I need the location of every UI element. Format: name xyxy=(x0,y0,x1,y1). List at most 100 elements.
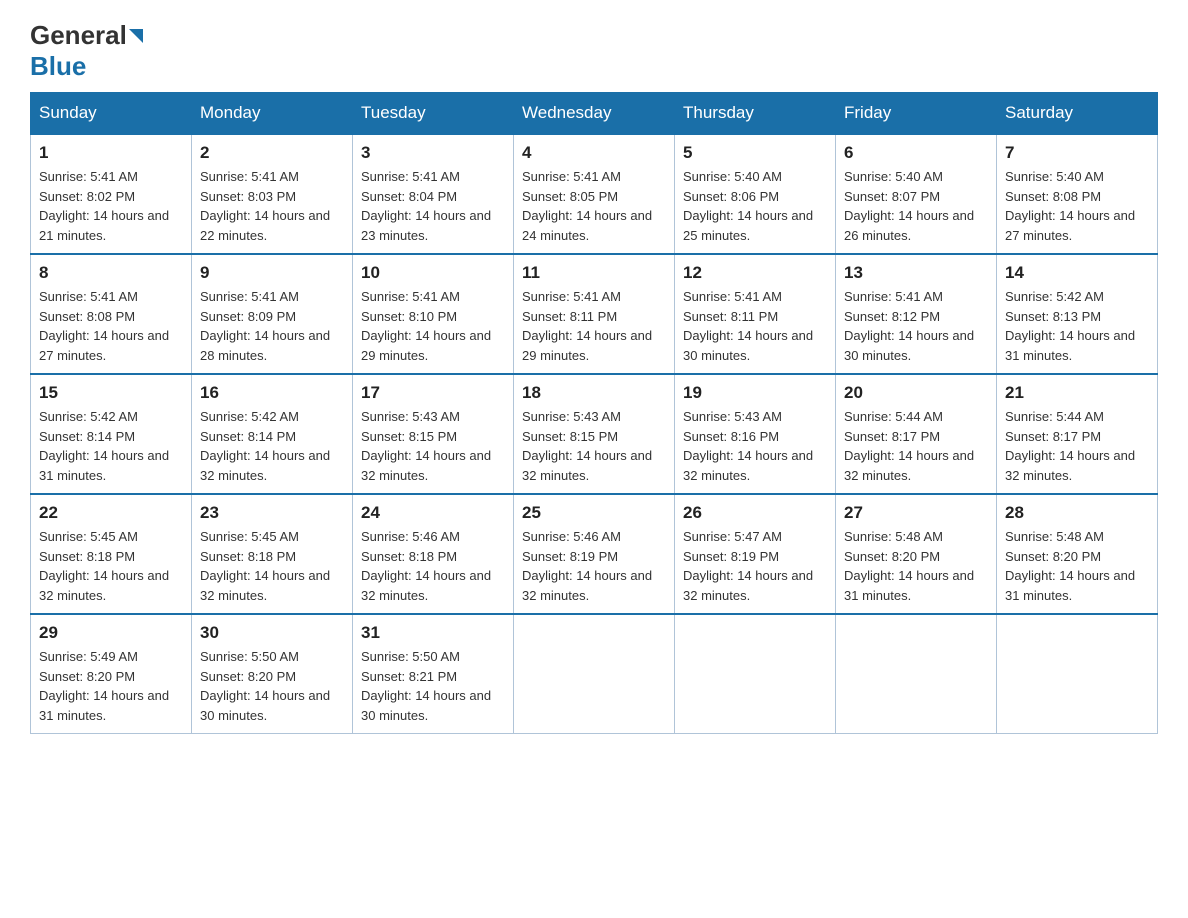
day-number: 23 xyxy=(200,503,344,523)
calendar-week-2: 8 Sunrise: 5:41 AM Sunset: 8:08 PM Dayli… xyxy=(31,254,1158,374)
day-info: Sunrise: 5:40 AM Sunset: 8:08 PM Dayligh… xyxy=(1005,167,1149,245)
calendar-cell: 27 Sunrise: 5:48 AM Sunset: 8:20 PM Dayl… xyxy=(836,494,997,614)
day-number: 25 xyxy=(522,503,666,523)
calendar-header-thursday: Thursday xyxy=(675,93,836,135)
day-info: Sunrise: 5:40 AM Sunset: 8:07 PM Dayligh… xyxy=(844,167,988,245)
calendar-cell: 5 Sunrise: 5:40 AM Sunset: 8:06 PM Dayli… xyxy=(675,134,836,254)
day-number: 21 xyxy=(1005,383,1149,403)
calendar-cell: 10 Sunrise: 5:41 AM Sunset: 8:10 PM Dayl… xyxy=(353,254,514,374)
day-info: Sunrise: 5:41 AM Sunset: 8:08 PM Dayligh… xyxy=(39,287,183,365)
calendar-cell: 14 Sunrise: 5:42 AM Sunset: 8:13 PM Dayl… xyxy=(997,254,1158,374)
calendar-cell: 25 Sunrise: 5:46 AM Sunset: 8:19 PM Dayl… xyxy=(514,494,675,614)
day-info: Sunrise: 5:41 AM Sunset: 8:11 PM Dayligh… xyxy=(683,287,827,365)
day-number: 31 xyxy=(361,623,505,643)
day-info: Sunrise: 5:45 AM Sunset: 8:18 PM Dayligh… xyxy=(200,527,344,605)
day-number: 13 xyxy=(844,263,988,283)
calendar-cell: 22 Sunrise: 5:45 AM Sunset: 8:18 PM Dayl… xyxy=(31,494,192,614)
day-number: 4 xyxy=(522,143,666,163)
day-info: Sunrise: 5:50 AM Sunset: 8:21 PM Dayligh… xyxy=(361,647,505,725)
calendar-cell: 28 Sunrise: 5:48 AM Sunset: 8:20 PM Dayl… xyxy=(997,494,1158,614)
day-info: Sunrise: 5:43 AM Sunset: 8:16 PM Dayligh… xyxy=(683,407,827,485)
day-info: Sunrise: 5:41 AM Sunset: 8:02 PM Dayligh… xyxy=(39,167,183,245)
day-number: 9 xyxy=(200,263,344,283)
day-number: 19 xyxy=(683,383,827,403)
calendar-header-monday: Monday xyxy=(192,93,353,135)
day-info: Sunrise: 5:44 AM Sunset: 8:17 PM Dayligh… xyxy=(1005,407,1149,485)
logo: General Blue xyxy=(30,20,143,82)
day-number: 6 xyxy=(844,143,988,163)
calendar-header-friday: Friday xyxy=(836,93,997,135)
logo-general-text: General xyxy=(30,20,127,51)
calendar-cell: 24 Sunrise: 5:46 AM Sunset: 8:18 PM Dayl… xyxy=(353,494,514,614)
day-number: 18 xyxy=(522,383,666,403)
calendar-header-tuesday: Tuesday xyxy=(353,93,514,135)
day-info: Sunrise: 5:43 AM Sunset: 8:15 PM Dayligh… xyxy=(361,407,505,485)
logo-blue-text: Blue xyxy=(30,51,86,82)
calendar-cell: 16 Sunrise: 5:42 AM Sunset: 8:14 PM Dayl… xyxy=(192,374,353,494)
calendar-header-sunday: Sunday xyxy=(31,93,192,135)
day-number: 14 xyxy=(1005,263,1149,283)
day-info: Sunrise: 5:42 AM Sunset: 8:13 PM Dayligh… xyxy=(1005,287,1149,365)
page-header: General Blue xyxy=(30,20,1158,82)
calendar-cell: 18 Sunrise: 5:43 AM Sunset: 8:15 PM Dayl… xyxy=(514,374,675,494)
day-number: 15 xyxy=(39,383,183,403)
calendar-cell xyxy=(514,614,675,734)
day-number: 29 xyxy=(39,623,183,643)
calendar-cell: 11 Sunrise: 5:41 AM Sunset: 8:11 PM Dayl… xyxy=(514,254,675,374)
calendar-cell: 20 Sunrise: 5:44 AM Sunset: 8:17 PM Dayl… xyxy=(836,374,997,494)
calendar-week-5: 29 Sunrise: 5:49 AM Sunset: 8:20 PM Dayl… xyxy=(31,614,1158,734)
day-number: 22 xyxy=(39,503,183,523)
day-info: Sunrise: 5:41 AM Sunset: 8:12 PM Dayligh… xyxy=(844,287,988,365)
day-info: Sunrise: 5:46 AM Sunset: 8:19 PM Dayligh… xyxy=(522,527,666,605)
calendar-cell: 26 Sunrise: 5:47 AM Sunset: 8:19 PM Dayl… xyxy=(675,494,836,614)
day-info: Sunrise: 5:48 AM Sunset: 8:20 PM Dayligh… xyxy=(844,527,988,605)
day-info: Sunrise: 5:50 AM Sunset: 8:20 PM Dayligh… xyxy=(200,647,344,725)
calendar-week-1: 1 Sunrise: 5:41 AM Sunset: 8:02 PM Dayli… xyxy=(31,134,1158,254)
calendar-week-3: 15 Sunrise: 5:42 AM Sunset: 8:14 PM Dayl… xyxy=(31,374,1158,494)
day-number: 26 xyxy=(683,503,827,523)
day-info: Sunrise: 5:48 AM Sunset: 8:20 PM Dayligh… xyxy=(1005,527,1149,605)
day-number: 3 xyxy=(361,143,505,163)
day-number: 30 xyxy=(200,623,344,643)
calendar-week-4: 22 Sunrise: 5:45 AM Sunset: 8:18 PM Dayl… xyxy=(31,494,1158,614)
calendar-cell: 9 Sunrise: 5:41 AM Sunset: 8:09 PM Dayli… xyxy=(192,254,353,374)
calendar-header-row: SundayMondayTuesdayWednesdayThursdayFrid… xyxy=(31,93,1158,135)
calendar-cell: 8 Sunrise: 5:41 AM Sunset: 8:08 PM Dayli… xyxy=(31,254,192,374)
day-info: Sunrise: 5:46 AM Sunset: 8:18 PM Dayligh… xyxy=(361,527,505,605)
calendar-cell: 29 Sunrise: 5:49 AM Sunset: 8:20 PM Dayl… xyxy=(31,614,192,734)
day-number: 27 xyxy=(844,503,988,523)
day-info: Sunrise: 5:45 AM Sunset: 8:18 PM Dayligh… xyxy=(39,527,183,605)
calendar-cell: 12 Sunrise: 5:41 AM Sunset: 8:11 PM Dayl… xyxy=(675,254,836,374)
day-number: 5 xyxy=(683,143,827,163)
day-info: Sunrise: 5:42 AM Sunset: 8:14 PM Dayligh… xyxy=(200,407,344,485)
calendar-cell: 15 Sunrise: 5:42 AM Sunset: 8:14 PM Dayl… xyxy=(31,374,192,494)
calendar-cell: 4 Sunrise: 5:41 AM Sunset: 8:05 PM Dayli… xyxy=(514,134,675,254)
logo-arrow-icon xyxy=(129,29,143,43)
day-number: 2 xyxy=(200,143,344,163)
calendar-header-wednesday: Wednesday xyxy=(514,93,675,135)
calendar-cell: 19 Sunrise: 5:43 AM Sunset: 8:16 PM Dayl… xyxy=(675,374,836,494)
day-info: Sunrise: 5:49 AM Sunset: 8:20 PM Dayligh… xyxy=(39,647,183,725)
day-info: Sunrise: 5:41 AM Sunset: 8:04 PM Dayligh… xyxy=(361,167,505,245)
day-info: Sunrise: 5:42 AM Sunset: 8:14 PM Dayligh… xyxy=(39,407,183,485)
calendar-cell: 2 Sunrise: 5:41 AM Sunset: 8:03 PM Dayli… xyxy=(192,134,353,254)
day-number: 7 xyxy=(1005,143,1149,163)
day-info: Sunrise: 5:43 AM Sunset: 8:15 PM Dayligh… xyxy=(522,407,666,485)
day-info: Sunrise: 5:47 AM Sunset: 8:19 PM Dayligh… xyxy=(683,527,827,605)
calendar-cell: 21 Sunrise: 5:44 AM Sunset: 8:17 PM Dayl… xyxy=(997,374,1158,494)
day-info: Sunrise: 5:44 AM Sunset: 8:17 PM Dayligh… xyxy=(844,407,988,485)
day-number: 24 xyxy=(361,503,505,523)
calendar-cell: 6 Sunrise: 5:40 AM Sunset: 8:07 PM Dayli… xyxy=(836,134,997,254)
day-info: Sunrise: 5:40 AM Sunset: 8:06 PM Dayligh… xyxy=(683,167,827,245)
calendar-table: SundayMondayTuesdayWednesdayThursdayFrid… xyxy=(30,92,1158,734)
calendar-cell: 23 Sunrise: 5:45 AM Sunset: 8:18 PM Dayl… xyxy=(192,494,353,614)
calendar-cell xyxy=(675,614,836,734)
day-info: Sunrise: 5:41 AM Sunset: 8:09 PM Dayligh… xyxy=(200,287,344,365)
day-number: 12 xyxy=(683,263,827,283)
calendar-cell: 30 Sunrise: 5:50 AM Sunset: 8:20 PM Dayl… xyxy=(192,614,353,734)
day-info: Sunrise: 5:41 AM Sunset: 8:11 PM Dayligh… xyxy=(522,287,666,365)
calendar-cell xyxy=(997,614,1158,734)
day-number: 16 xyxy=(200,383,344,403)
calendar-cell: 31 Sunrise: 5:50 AM Sunset: 8:21 PM Dayl… xyxy=(353,614,514,734)
day-number: 10 xyxy=(361,263,505,283)
